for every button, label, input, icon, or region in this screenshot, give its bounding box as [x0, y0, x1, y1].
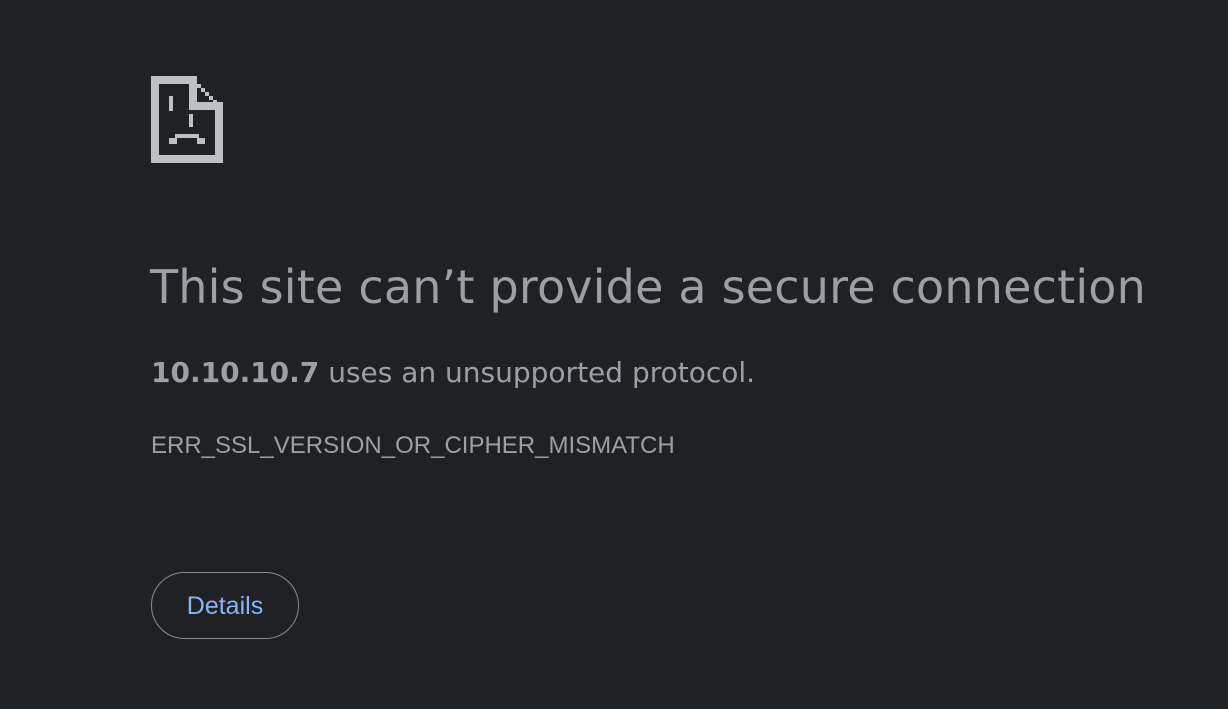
- error-heading: This site can’t provide a secure connect…: [150, 260, 1147, 314]
- error-summary: 10.10.10.7 uses an unsupported protocol.: [151, 355, 755, 391]
- error-message: uses an unsupported protocol.: [319, 356, 756, 389]
- host-address: 10.10.10.7: [151, 356, 320, 389]
- error-code: ERR_SSL_VERSION_OR_CIPHER_MISMATCH: [151, 432, 675, 459]
- details-button[interactable]: Details: [151, 572, 299, 639]
- error-page: This site can’t provide a secure connect…: [0, 0, 1228, 709]
- sad-page-icon: [151, 76, 223, 163]
